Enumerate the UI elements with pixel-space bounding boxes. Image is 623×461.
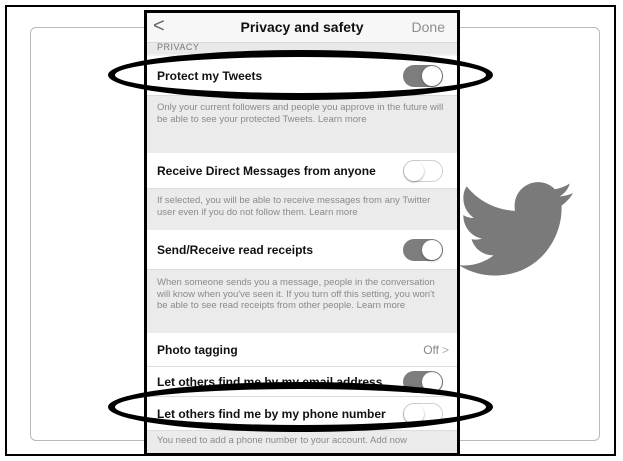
setting-row-protect-tweets[interactable]: Protect my Tweets	[147, 56, 457, 96]
description-read-receipts: When someone sends you a message, people…	[147, 270, 457, 333]
setting-label: Let others find me by my phone number	[157, 407, 386, 421]
description-protect-tweets: Only your current followers and people y…	[147, 96, 457, 153]
setting-row-find-by-phone[interactable]: Let others find me by my phone number	[147, 397, 457, 431]
chevron-right-icon: >	[441, 343, 449, 357]
setting-label: Receive Direct Messages from anyone	[157, 164, 376, 178]
page-title: Privacy and safety	[240, 19, 364, 35]
toggle-switch-find-by-email[interactable]	[403, 371, 443, 393]
setting-label: Let others find me by my email address	[157, 375, 383, 389]
twitter-bird-icon	[460, 182, 574, 276]
toggle-knob	[422, 66, 442, 86]
setting-row-read-receipts[interactable]: Send/Receive read receipts	[147, 230, 457, 270]
setting-label: Send/Receive read receipts	[157, 243, 314, 257]
setting-label: Photo tagging	[157, 343, 238, 357]
toggle-knob	[404, 404, 424, 424]
toggle-switch-protect-tweets[interactable]	[403, 65, 443, 87]
toggle-switch-receive-dms[interactable]	[403, 160, 443, 182]
setting-row-receive-dms[interactable]: Receive Direct Messages from anyone	[147, 153, 457, 189]
description-receive-dms: If selected, you will be able to receive…	[147, 189, 457, 230]
photo-tagging-value: Off	[423, 343, 439, 357]
toggle-knob	[422, 372, 442, 392]
toggle-knob	[422, 240, 442, 260]
toggle-switch-find-by-phone[interactable]	[403, 403, 443, 425]
setting-label: Protect my Tweets	[157, 69, 263, 83]
description-find-by-phone: You need to add a phone number to your a…	[147, 431, 457, 453]
navigation-bar: < Privacy and safety Done	[147, 13, 457, 43]
phone-screen: < Privacy and safety Done PRIVACY Protec…	[144, 10, 460, 456]
toggle-knob	[404, 161, 424, 181]
setting-row-find-by-email[interactable]: Let others find me by my email address	[147, 367, 457, 397]
toggle-switch-read-receipts[interactable]	[403, 239, 443, 261]
done-button[interactable]: Done	[412, 19, 445, 35]
setting-row-photo-tagging[interactable]: Photo tagging Off >	[147, 333, 457, 367]
